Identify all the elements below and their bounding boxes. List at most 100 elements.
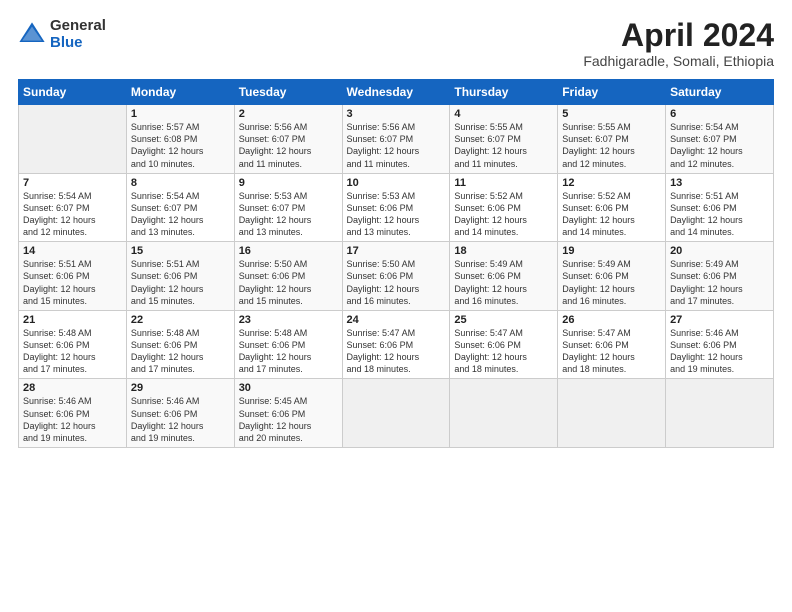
day-number: 2	[239, 108, 338, 120]
day-number: 8	[131, 177, 230, 189]
day-number: 21	[23, 314, 122, 326]
day-cell: 22Sunrise: 5:48 AM Sunset: 6:06 PM Dayli…	[126, 310, 234, 379]
day-cell: 8Sunrise: 5:54 AM Sunset: 6:07 PM Daylig…	[126, 173, 234, 242]
cell-info: Sunrise: 5:50 AM Sunset: 6:06 PM Dayligh…	[347, 258, 446, 307]
day-cell	[342, 379, 450, 448]
week-row: 1Sunrise: 5:57 AM Sunset: 6:08 PM Daylig…	[19, 105, 774, 174]
cell-info: Sunrise: 5:55 AM Sunset: 6:07 PM Dayligh…	[562, 121, 661, 170]
day-number: 20	[670, 245, 769, 257]
day-number: 9	[239, 177, 338, 189]
day-number: 15	[131, 245, 230, 257]
day-number: 13	[670, 177, 769, 189]
day-cell	[19, 105, 127, 174]
logo-icon	[18, 21, 46, 49]
cell-info: Sunrise: 5:47 AM Sunset: 6:06 PM Dayligh…	[347, 327, 446, 376]
day-number: 12	[562, 177, 661, 189]
week-row: 7Sunrise: 5:54 AM Sunset: 6:07 PM Daylig…	[19, 173, 774, 242]
header-row: SundayMondayTuesdayWednesdayThursdayFrid…	[19, 80, 774, 105]
cell-info: Sunrise: 5:47 AM Sunset: 6:06 PM Dayligh…	[454, 327, 553, 376]
cell-info: Sunrise: 5:53 AM Sunset: 6:07 PM Dayligh…	[239, 190, 338, 239]
day-number: 10	[347, 177, 446, 189]
day-cell: 20Sunrise: 5:49 AM Sunset: 6:06 PM Dayli…	[666, 242, 774, 311]
cell-info: Sunrise: 5:46 AM Sunset: 6:06 PM Dayligh…	[131, 395, 230, 444]
cell-info: Sunrise: 5:48 AM Sunset: 6:06 PM Dayligh…	[131, 327, 230, 376]
cell-info: Sunrise: 5:51 AM Sunset: 6:06 PM Dayligh…	[670, 190, 769, 239]
day-cell: 14Sunrise: 5:51 AM Sunset: 6:06 PM Dayli…	[19, 242, 127, 311]
cell-info: Sunrise: 5:49 AM Sunset: 6:06 PM Dayligh…	[454, 258, 553, 307]
day-number: 19	[562, 245, 661, 257]
day-number: 17	[347, 245, 446, 257]
day-cell	[666, 379, 774, 448]
cell-info: Sunrise: 5:46 AM Sunset: 6:06 PM Dayligh…	[23, 395, 122, 444]
day-number: 29	[131, 382, 230, 394]
cell-info: Sunrise: 5:53 AM Sunset: 6:06 PM Dayligh…	[347, 190, 446, 239]
cell-info: Sunrise: 5:57 AM Sunset: 6:08 PM Dayligh…	[131, 121, 230, 170]
day-number: 14	[23, 245, 122, 257]
day-cell: 17Sunrise: 5:50 AM Sunset: 6:06 PM Dayli…	[342, 242, 450, 311]
day-cell: 11Sunrise: 5:52 AM Sunset: 6:06 PM Dayli…	[450, 173, 558, 242]
day-cell: 4Sunrise: 5:55 AM Sunset: 6:07 PM Daylig…	[450, 105, 558, 174]
day-cell: 19Sunrise: 5:49 AM Sunset: 6:06 PM Dayli…	[558, 242, 666, 311]
day-cell: 15Sunrise: 5:51 AM Sunset: 6:06 PM Dayli…	[126, 242, 234, 311]
weekday-header: Sunday	[19, 80, 127, 105]
cell-info: Sunrise: 5:47 AM Sunset: 6:06 PM Dayligh…	[562, 327, 661, 376]
day-cell: 9Sunrise: 5:53 AM Sunset: 6:07 PM Daylig…	[234, 173, 342, 242]
cell-info: Sunrise: 5:50 AM Sunset: 6:06 PM Dayligh…	[239, 258, 338, 307]
cell-info: Sunrise: 5:56 AM Sunset: 6:07 PM Dayligh…	[239, 121, 338, 170]
day-cell: 13Sunrise: 5:51 AM Sunset: 6:06 PM Dayli…	[666, 173, 774, 242]
cell-info: Sunrise: 5:48 AM Sunset: 6:06 PM Dayligh…	[23, 327, 122, 376]
page: General Blue April 2024 Fadhigaradle, So…	[0, 0, 792, 612]
week-row: 14Sunrise: 5:51 AM Sunset: 6:06 PM Dayli…	[19, 242, 774, 311]
day-number: 11	[454, 177, 553, 189]
weekday-header: Thursday	[450, 80, 558, 105]
day-cell: 16Sunrise: 5:50 AM Sunset: 6:06 PM Dayli…	[234, 242, 342, 311]
day-number: 25	[454, 314, 553, 326]
weekday-header: Wednesday	[342, 80, 450, 105]
day-cell	[558, 379, 666, 448]
cell-info: Sunrise: 5:48 AM Sunset: 6:06 PM Dayligh…	[239, 327, 338, 376]
cell-info: Sunrise: 5:52 AM Sunset: 6:06 PM Dayligh…	[454, 190, 553, 239]
cell-info: Sunrise: 5:54 AM Sunset: 6:07 PM Dayligh…	[670, 121, 769, 170]
day-number: 4	[454, 108, 553, 120]
day-cell: 6Sunrise: 5:54 AM Sunset: 6:07 PM Daylig…	[666, 105, 774, 174]
day-cell: 21Sunrise: 5:48 AM Sunset: 6:06 PM Dayli…	[19, 310, 127, 379]
day-cell: 18Sunrise: 5:49 AM Sunset: 6:06 PM Dayli…	[450, 242, 558, 311]
day-cell: 23Sunrise: 5:48 AM Sunset: 6:06 PM Dayli…	[234, 310, 342, 379]
day-number: 23	[239, 314, 338, 326]
cell-info: Sunrise: 5:52 AM Sunset: 6:06 PM Dayligh…	[562, 190, 661, 239]
day-number: 18	[454, 245, 553, 257]
day-cell	[450, 379, 558, 448]
cell-info: Sunrise: 5:46 AM Sunset: 6:06 PM Dayligh…	[670, 327, 769, 376]
day-cell: 7Sunrise: 5:54 AM Sunset: 6:07 PM Daylig…	[19, 173, 127, 242]
day-cell: 30Sunrise: 5:45 AM Sunset: 6:06 PM Dayli…	[234, 379, 342, 448]
weekday-header: Tuesday	[234, 80, 342, 105]
main-title: April 2024	[583, 18, 774, 53]
day-number: 24	[347, 314, 446, 326]
title-block: April 2024 Fadhigaradle, Somali, Ethiopi…	[583, 18, 774, 69]
logo-blue: Blue	[50, 35, 106, 52]
day-cell: 10Sunrise: 5:53 AM Sunset: 6:06 PM Dayli…	[342, 173, 450, 242]
cell-info: Sunrise: 5:45 AM Sunset: 6:06 PM Dayligh…	[239, 395, 338, 444]
cell-info: Sunrise: 5:56 AM Sunset: 6:07 PM Dayligh…	[347, 121, 446, 170]
day-number: 6	[670, 108, 769, 120]
day-number: 28	[23, 382, 122, 394]
logo-general: General	[50, 18, 106, 35]
day-cell: 27Sunrise: 5:46 AM Sunset: 6:06 PM Dayli…	[666, 310, 774, 379]
day-cell: 24Sunrise: 5:47 AM Sunset: 6:06 PM Dayli…	[342, 310, 450, 379]
cell-info: Sunrise: 5:55 AM Sunset: 6:07 PM Dayligh…	[454, 121, 553, 170]
day-number: 16	[239, 245, 338, 257]
weekday-header: Monday	[126, 80, 234, 105]
subtitle: Fadhigaradle, Somali, Ethiopia	[583, 53, 774, 69]
logo-text: General Blue	[50, 18, 106, 51]
cell-info: Sunrise: 5:54 AM Sunset: 6:07 PM Dayligh…	[23, 190, 122, 239]
calendar-table: SundayMondayTuesdayWednesdayThursdayFrid…	[18, 79, 774, 448]
day-number: 26	[562, 314, 661, 326]
weekday-header: Friday	[558, 80, 666, 105]
day-number: 22	[131, 314, 230, 326]
day-cell: 12Sunrise: 5:52 AM Sunset: 6:06 PM Dayli…	[558, 173, 666, 242]
day-number: 5	[562, 108, 661, 120]
week-row: 21Sunrise: 5:48 AM Sunset: 6:06 PM Dayli…	[19, 310, 774, 379]
cell-info: Sunrise: 5:49 AM Sunset: 6:06 PM Dayligh…	[562, 258, 661, 307]
day-cell: 5Sunrise: 5:55 AM Sunset: 6:07 PM Daylig…	[558, 105, 666, 174]
day-number: 30	[239, 382, 338, 394]
